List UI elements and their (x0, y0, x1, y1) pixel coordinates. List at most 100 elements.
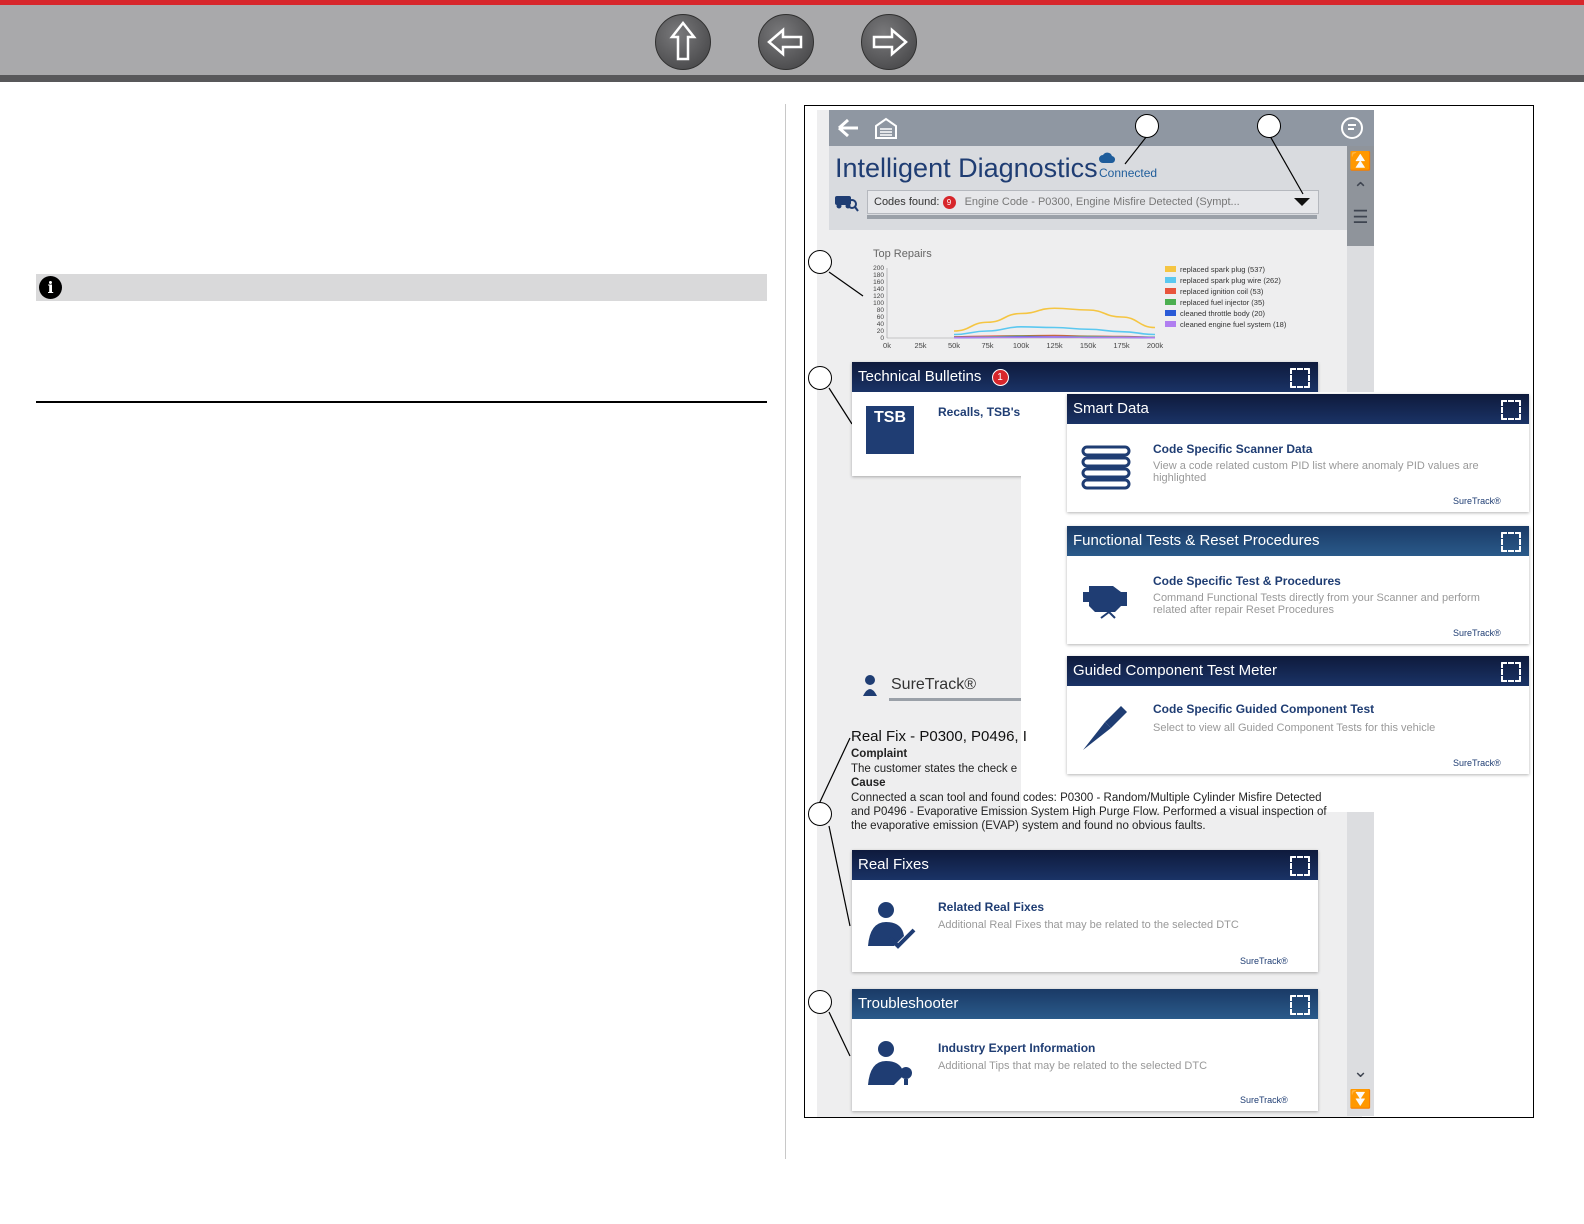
smart-data-card[interactable]: Smart Data Code Specific Scanner Data Vi… (1067, 394, 1529, 512)
legend-label-6: cleaned engine fuel system (18) (1180, 320, 1287, 329)
expand-icon[interactable] (1290, 368, 1310, 388)
expand-icon[interactable] (1501, 532, 1521, 552)
callout-4 (808, 366, 832, 390)
suretrack-underline (889, 698, 1021, 701)
y-tick-label: 60 (877, 314, 885, 321)
y-tick-label: 80 (877, 307, 885, 314)
y-tick-label: 120 (873, 293, 884, 300)
scanner-data-link[interactable]: Code Specific Scanner Data (1153, 442, 1312, 456)
troubleshooter-title: Troubleshooter (858, 995, 959, 1012)
y-tick-label: 100 (873, 300, 884, 307)
note-banner (36, 274, 767, 301)
legend-swatch-5 (1165, 310, 1176, 316)
real-fixes-header: Real Fixes (852, 850, 1318, 880)
series-line-2 (953, 325, 1156, 336)
up-arrow-button[interactable] (655, 14, 711, 70)
back-arrow-button[interactable] (758, 14, 814, 70)
suretrack-icon (863, 675, 877, 696)
top-repairs-title: Top Repairs (873, 248, 932, 260)
complaint-label: Complaint (851, 748, 908, 760)
smart-data-title: Smart Data (1073, 400, 1149, 417)
column-divider (785, 104, 786, 1159)
guided-component-test-card[interactable]: Guided Component Test Meter Code Specifi… (1067, 656, 1529, 774)
expand-icon[interactable] (1290, 856, 1310, 876)
suretrack-footer: SureTrack® (1453, 758, 1501, 768)
guided-test-header: Guided Component Test Meter (1067, 656, 1529, 686)
callout-2 (1257, 114, 1281, 138)
top-navigation-bar (0, 0, 1584, 82)
technical-bulletins-title: Technical Bulletins (858, 368, 982, 385)
x-tick-label: 0k (883, 341, 891, 350)
expand-icon[interactable] (1501, 400, 1521, 420)
cause-text-2: and P0496 - Evaporative Emission System … (851, 806, 1327, 818)
x-tick-label: 100k (1013, 341, 1030, 350)
suretrack-footer: SureTrack® (1453, 628, 1501, 638)
guided-test-description: Select to view all Guided Component Test… (1153, 722, 1436, 734)
test-procedures-description: Command Functional Tests directly from y… (1153, 592, 1480, 616)
real-fixes-icon (868, 902, 916, 949)
expert-information-link[interactable]: Industry Expert Information (938, 1041, 1095, 1055)
legend-label-5: cleaned throttle body (20) (1180, 309, 1266, 318)
guided-test-title: Guided Component Test Meter (1073, 662, 1278, 679)
scanner-data-description: View a code related custom PID list wher… (1153, 460, 1479, 484)
suretrack-footer: SureTrack® (1453, 496, 1501, 506)
info-icon: i (39, 276, 62, 299)
legend-label-3: replaced ignition coil (53) (1180, 287, 1264, 296)
expand-icon[interactable] (1501, 662, 1521, 682)
legend-label-2: replaced spark plug wire (262) (1180, 276, 1281, 285)
x-tick-label: 175k (1113, 341, 1130, 350)
right-arrow-icon (872, 27, 908, 57)
test-procedures-link[interactable]: Code Specific Test & Procedures (1153, 574, 1341, 588)
functional-tests-card[interactable]: Functional Tests & Reset Procedures Code… (1067, 526, 1529, 644)
legend-label-4: replaced fuel injector (35) (1180, 298, 1265, 307)
series-line-6 (953, 336, 1156, 339)
functional-tests-title: Functional Tests & Reset Procedures (1073, 532, 1320, 549)
top-repairs-chart: 2001801601401201008060402000k 25k 50k 75k 10… (873, 265, 1287, 350)
related-real-fixes-link[interactable]: Related Real Fixes (938, 900, 1044, 914)
callout-3 (808, 250, 832, 274)
real-fixes-card[interactable]: Real Fixes Related Real Fixes Additional… (852, 850, 1318, 972)
test-probe-icon (1083, 706, 1127, 750)
legend-label-1: replaced spark plug (537) (1180, 265, 1266, 274)
callout-9 (808, 990, 832, 1014)
callout-8 (808, 802, 832, 826)
expert-icon (868, 1041, 912, 1085)
x-tick-label: 150k (1080, 341, 1097, 350)
left-arrow-icon (767, 27, 803, 57)
suretrack-footer: SureTrack® (1240, 956, 1288, 966)
functional-tests-header: Functional Tests & Reset Procedures (1067, 526, 1529, 556)
smart-data-header: Smart Data (1067, 394, 1529, 424)
up-arrow-icon (669, 20, 697, 61)
technical-bulletins-header: Technical Bulletins 1 (852, 362, 1318, 392)
bulletin-count-badge: 1 (991, 368, 1009, 386)
y-tick-label: 20 (877, 328, 885, 335)
y-tick-label: 40 (877, 321, 885, 328)
section-divider (36, 401, 767, 403)
forward-arrow-button[interactable] (861, 14, 917, 70)
top-accent-stripe (0, 0, 1584, 5)
x-tick-label: 50k (948, 341, 960, 350)
cause-text-1: Connected a scan tool and found codes: P… (851, 792, 1322, 804)
x-tick-label: 125k (1046, 341, 1063, 350)
x-tick-label: 25k (914, 341, 926, 350)
scanner-data-icon (1081, 445, 1131, 490)
expand-icon[interactable] (1290, 995, 1310, 1015)
cause-text-3: the evaporative emission (EVAP) system a… (851, 820, 1206, 832)
y-tick-label: 160 (873, 279, 884, 286)
real-fixes-description: Additional Real Fixes that may be relate… (938, 919, 1239, 931)
suretrack-label: SureTrack® (891, 676, 976, 693)
legend-swatch-3 (1165, 288, 1176, 294)
y-tick-label: 200 (873, 265, 884, 272)
engine-icon (1083, 586, 1127, 619)
legend-swatch-6 (1165, 321, 1176, 327)
real-fix-title[interactable]: Real Fix - P0300, P0496, I (851, 728, 1027, 745)
legend-swatch-1 (1165, 266, 1176, 272)
troubleshooter-card[interactable]: Troubleshooter Industry Expert Informati… (852, 989, 1318, 1111)
suretrack-footer: SureTrack® (1240, 1095, 1288, 1105)
legend-swatch-4 (1165, 299, 1176, 305)
recalls-tsb-link[interactable]: Recalls, TSB's (938, 405, 1020, 419)
guided-test-link[interactable]: Code Specific Guided Component Test (1153, 702, 1374, 716)
intelligent-diagnostics-figure: Intelligent Diagnostics Connected Codes … (804, 105, 1534, 1118)
bottom-accent-stripe (0, 75, 1584, 82)
callout-1 (1135, 114, 1159, 138)
